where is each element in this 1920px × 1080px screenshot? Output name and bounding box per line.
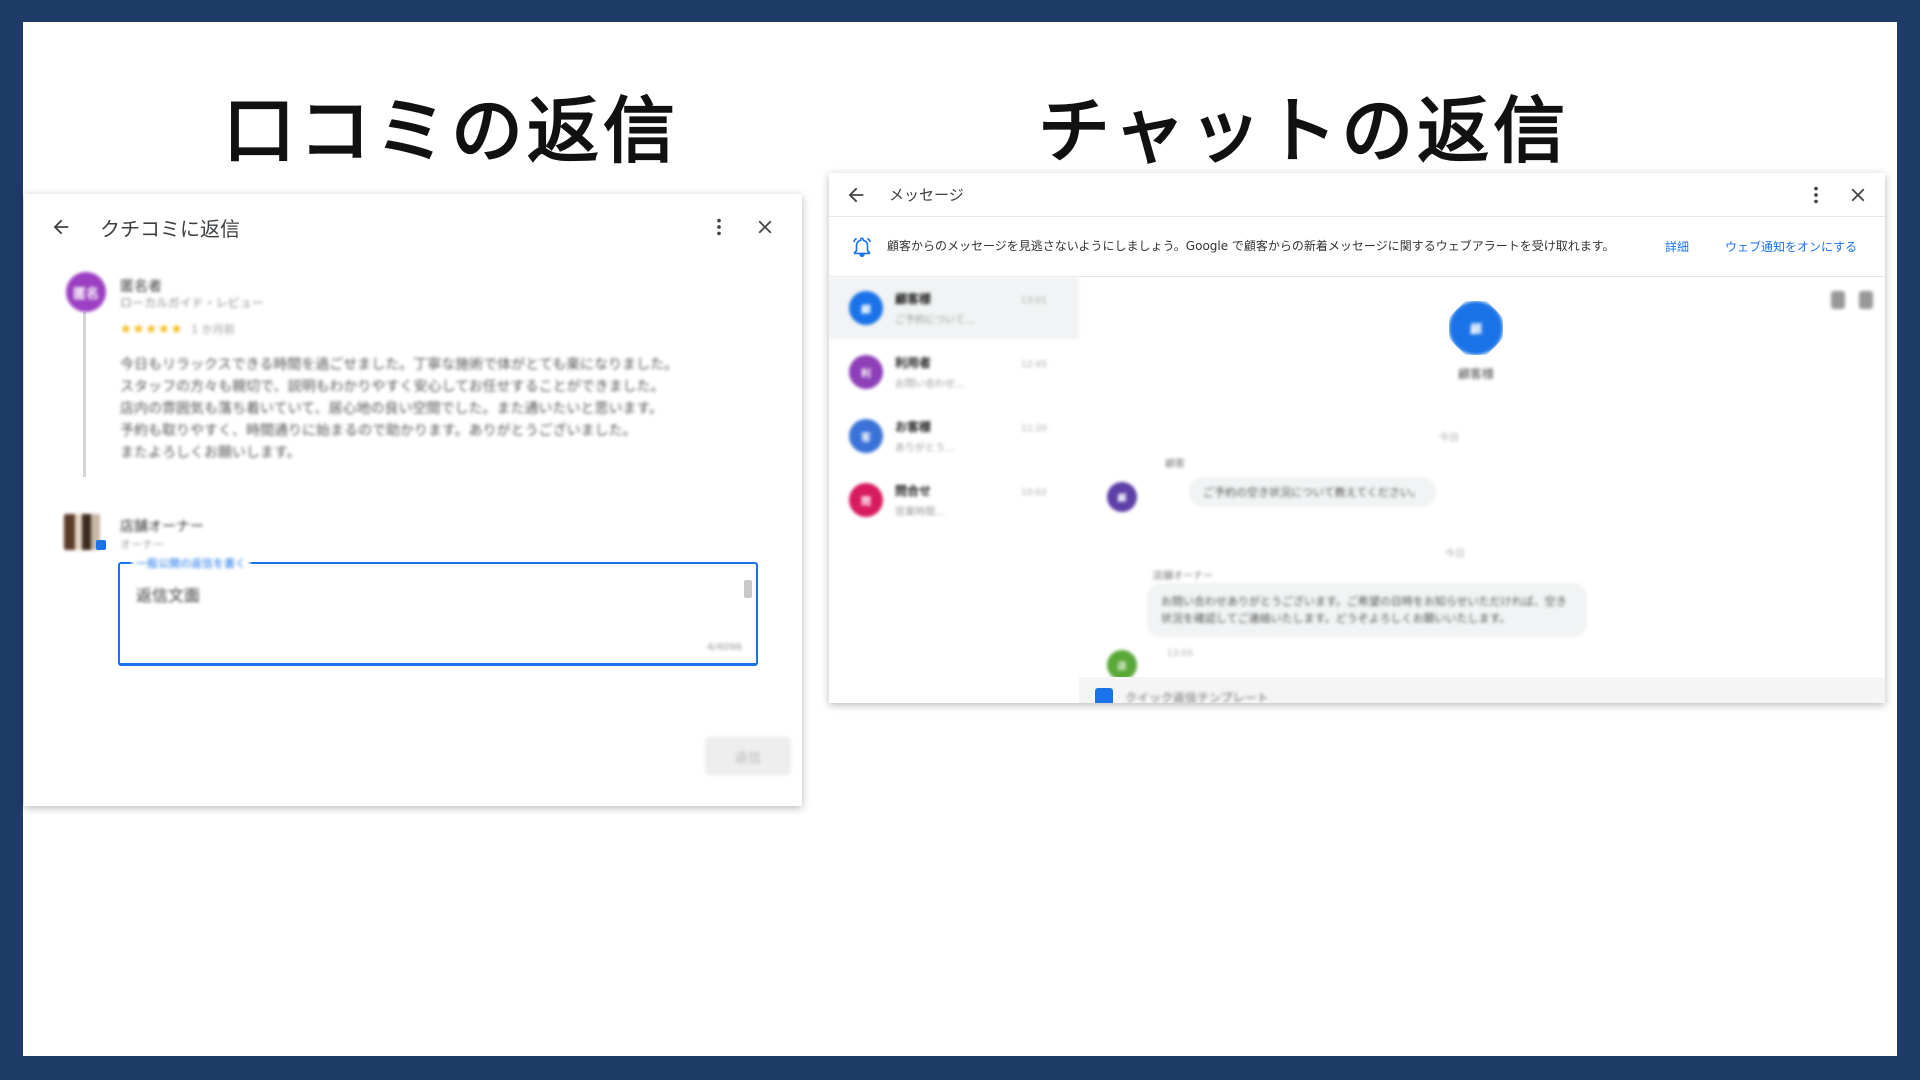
message-sender: 店舗オーナー (1153, 571, 1213, 582)
enable-web-notifications-link[interactable]: ウェブ通知をオンにする (1725, 238, 1857, 255)
conversation-item[interactable]: 顧 顧客様ご予約について… 13:01 (829, 277, 1079, 339)
close-icon[interactable] (748, 210, 782, 244)
conversation-item[interactable]: 問 問合せ営業時間… 10:02 (829, 469, 1079, 531)
heading-review-reply: 口コミの返信 (223, 89, 680, 173)
contact-avatar: 顧 (1449, 301, 1503, 355)
reply-textarea[interactable]: 一般公開の返信を書く 返信文面 4/4096 (118, 555, 758, 666)
review-line: 予約も取りやすく、時間通りに始まるので助かります。ありがとうございました。 (120, 423, 637, 439)
owner-name: 店舗オーナー (120, 519, 204, 535)
send-reply-button[interactable]: 返信 (705, 737, 791, 775)
owner-avatar (64, 514, 100, 550)
contact-name: 顧客様 (1457, 367, 1494, 381)
thread-line (83, 312, 86, 477)
conversation-time: 13:01 (1021, 296, 1047, 306)
conversation-item[interactable]: 客 お客様ありがとう… 11:20 (829, 405, 1079, 467)
stars: ★★★★★ (120, 322, 184, 337)
date-separator: 今日 (1439, 433, 1459, 444)
conversation-item[interactable]: 利 利用者お問い合わせ… 12:45 (829, 341, 1079, 403)
heading-chat-reply: チャットの返信 (1038, 89, 1570, 173)
owner-role: オーナー (120, 538, 164, 551)
arrow-left-icon[interactable] (44, 210, 78, 244)
chat-thread: 顧 顧客様 今日 顧客 顧 ご予約の空き状況について教えてください。 今日 店舗… (1079, 277, 1885, 703)
conversation-time: 12:45 (1021, 360, 1047, 370)
quick-reply-icon (1095, 688, 1113, 703)
reply-text: 返信文面 (136, 586, 201, 605)
notification-banner: 顧客からのメッセージを見逃さないようにしましょう。Google で顧客からの新着… (829, 217, 1885, 277)
message-bubble: お問い合わせありがとうございます。ご希望の日時をお知らせいただければ、空き状況を… (1147, 583, 1587, 637)
more-vert-icon[interactable] (702, 210, 736, 244)
chat-panel-header: メッセージ (829, 173, 1885, 217)
conversation-name: お客様 (895, 420, 932, 434)
more-vert-icon[interactable] (1799, 178, 1833, 212)
conversation-name: 利用者 (895, 356, 932, 370)
review-reply-panel: クチコミに返信 匿名 匿名者 ローカルガイド・レビュー ★★★★★ 1 か月前 今… (24, 194, 802, 806)
review-line: スタッフの方々も親切で、説明もわかりやすく安心してお任せすることができました。 (120, 379, 665, 395)
message-avatar: 顧 (1107, 482, 1137, 512)
reviewer-avatar: 匿名 (66, 272, 106, 312)
conversation-preview: ご予約について… (895, 315, 975, 326)
conversation-avatar: 利 (849, 355, 883, 389)
delete-icon[interactable] (1859, 291, 1873, 309)
chat-panel: メッセージ 顧客からのメッセージを見逃さないようにしましょう。Google で顧… (829, 173, 1885, 703)
review-line: 店内の雰囲気も落ち着いていて、居心地の良い空間でした。また通いたいと思います。 (120, 401, 664, 417)
conversation-preview: ありがとう… (895, 443, 955, 454)
quick-reply-row[interactable]: クイック返信テンプレート (1079, 677, 1885, 703)
banner-text: 顧客からのメッセージを見逃さないようにしましょう。Google で顧客からの新着… (887, 239, 1615, 253)
review-line: またよろしくお願いします。 (120, 445, 301, 461)
reply-field-label: 一般公開の返信を書く (132, 555, 250, 571)
message-sender: 顧客 (1165, 459, 1185, 470)
conversation-preview: お問い合わせ… (895, 379, 965, 390)
message-time: 13:05 (1167, 649, 1193, 659)
review-panel-title: クチコミに返信 (100, 216, 240, 241)
conversation-avatar: 客 (849, 419, 883, 453)
conversation-name: 問合せ (895, 484, 932, 498)
message-bubble: ご予約の空き状況について教えてください。 (1189, 477, 1436, 507)
chat-panel-title: メッセージ (889, 186, 964, 204)
reviewer-name: 匿名者 (120, 279, 162, 295)
block-icon[interactable] (1831, 291, 1845, 309)
message-avatar: 店 (1107, 650, 1137, 680)
conversation-avatar: 問 (849, 483, 883, 517)
reviewer-meta: ローカルガイド・レビュー (120, 296, 264, 310)
date-separator: 今日 (1445, 549, 1465, 560)
star-rating: ★★★★★ 1 か月前 (120, 321, 235, 337)
review-line: 今日もリラックスできる時間を過ごせました。丁寧な施術で体がとても楽になりました。 (120, 357, 679, 373)
thread-actions (1831, 291, 1873, 309)
reply-char-counter: 4/4096 (706, 642, 742, 653)
close-icon[interactable] (1841, 178, 1875, 212)
conversation-name: 顧客様 (895, 292, 932, 306)
conversation-preview: 営業時間… (895, 507, 945, 518)
verified-badge-icon (96, 540, 106, 550)
review-date: 1 か月前 (191, 323, 235, 336)
arrow-left-icon[interactable] (839, 178, 873, 212)
review-body: 今日もリラックスできる時間を過ごせました。丁寧な施術で体がとても楽になりました。… (120, 354, 770, 464)
review-panel-header: クチコミに返信 (24, 194, 802, 260)
conversation-list: 顧 顧客様ご予約について… 13:01 利 利用者お問い合わせ… 12:45 客… (829, 277, 1079, 703)
quick-reply-text: クイック返信テンプレート (1125, 690, 1269, 704)
reply-scrollbar[interactable] (744, 580, 752, 598)
conversation-time: 11:20 (1021, 424, 1047, 434)
conversation-avatar: 顧 (849, 291, 883, 325)
bell-icon (852, 237, 872, 257)
details-link[interactable]: 詳細 (1665, 238, 1689, 255)
slide: 口コミの返信 チャットの返信 クチコミに返信 匿名 匿名者 ローカルガイド・レビ… (23, 22, 1897, 1056)
conversation-time: 10:02 (1021, 488, 1047, 498)
